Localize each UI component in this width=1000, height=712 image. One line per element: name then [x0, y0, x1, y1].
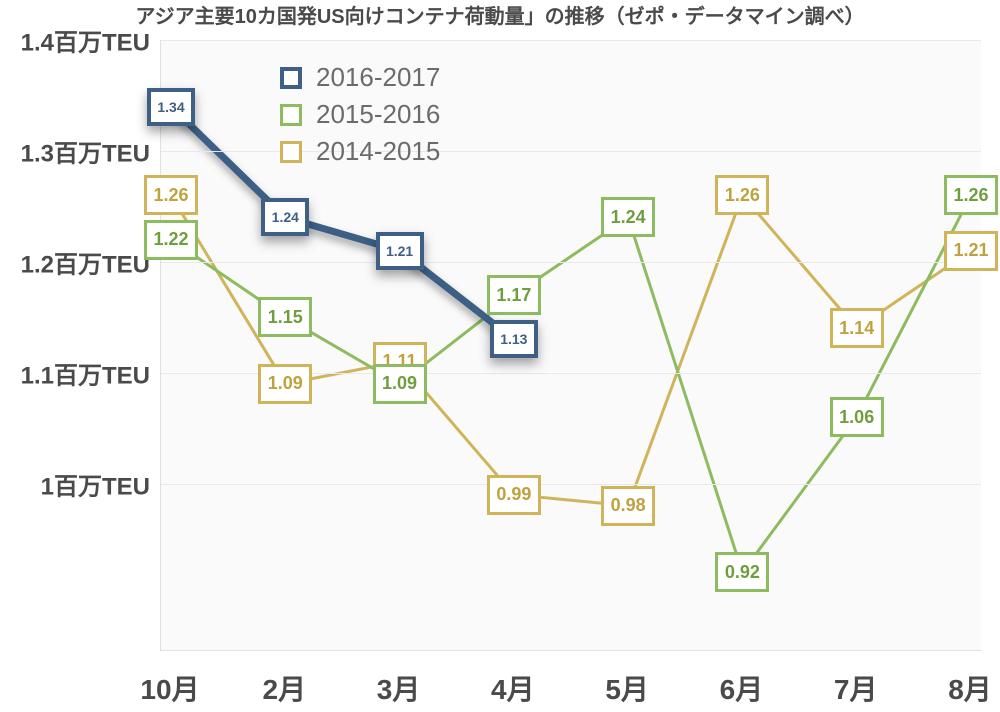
- chart-container: アジア主要10カ国発US向けコンテナ荷動量」の推移（ゼポ・データマイン調べ） 1…: [0, 0, 1000, 712]
- data-point-marker: 1.15: [258, 297, 312, 337]
- x-tick-label: 5月: [605, 668, 649, 708]
- legend-item: 2014-2015: [280, 136, 440, 167]
- data-point-marker: 1.26: [944, 175, 998, 215]
- legend-swatch-icon: [280, 67, 302, 89]
- x-tick-label: 8月: [948, 668, 992, 708]
- chart-title: アジア主要10カ国発US向けコンテナ荷動量」の推移（ゼポ・データマイン調べ）: [0, 0, 1000, 29]
- data-point-marker: 0.99: [487, 475, 541, 515]
- legend-label: 2014-2015: [316, 136, 440, 167]
- legend-item: 2016-2017: [280, 62, 440, 93]
- x-tick-label: 3月: [377, 668, 421, 708]
- data-point-marker: 1.21: [944, 231, 998, 271]
- legend-swatch-icon: [280, 141, 302, 163]
- data-point-marker: 0.98: [601, 486, 655, 526]
- legend-item: 2015-2016: [280, 99, 440, 130]
- legend: 2016-2017 2015-2016 2014-2015: [280, 62, 440, 167]
- legend-swatch-icon: [280, 104, 302, 126]
- data-point-marker: 0.92: [715, 552, 769, 592]
- data-point-marker: 1.06: [830, 397, 884, 437]
- x-tick-label: 6月: [720, 668, 764, 708]
- y-tick-label: 1.1百万TEU: [21, 355, 150, 390]
- x-tick-label: 10月: [140, 668, 199, 708]
- legend-label: 2015-2016: [316, 99, 440, 130]
- x-tick-label: 2月: [262, 668, 306, 708]
- y-tick-label: 1.4百万TEU: [21, 23, 150, 58]
- data-point-marker: 1.09: [258, 364, 312, 404]
- data-point-marker: 1.17: [487, 275, 541, 315]
- series-line: [171, 195, 971, 506]
- data-point-marker: 1.13: [490, 320, 538, 358]
- data-point-marker: 1.24: [261, 198, 309, 236]
- data-point-marker: 1.14: [830, 308, 884, 348]
- data-point-marker: 1.26: [715, 175, 769, 215]
- data-point-marker: 1.26: [144, 175, 198, 215]
- data-point-marker: 1.34: [147, 88, 195, 126]
- x-tick-label: 7月: [834, 668, 878, 708]
- data-point-marker: 1.24: [601, 197, 655, 237]
- y-tick-label: 1百万TEU: [41, 466, 150, 501]
- data-point-marker: 1.09: [373, 364, 427, 404]
- x-tick-label: 4月: [491, 668, 535, 708]
- y-tick-label: 1.3百万TEU: [21, 133, 150, 168]
- data-point-marker: 1.21: [376, 232, 424, 270]
- y-tick-label: 1.2百万TEU: [21, 244, 150, 279]
- legend-label: 2016-2017: [316, 62, 440, 93]
- data-point-marker: 1.22: [144, 220, 198, 260]
